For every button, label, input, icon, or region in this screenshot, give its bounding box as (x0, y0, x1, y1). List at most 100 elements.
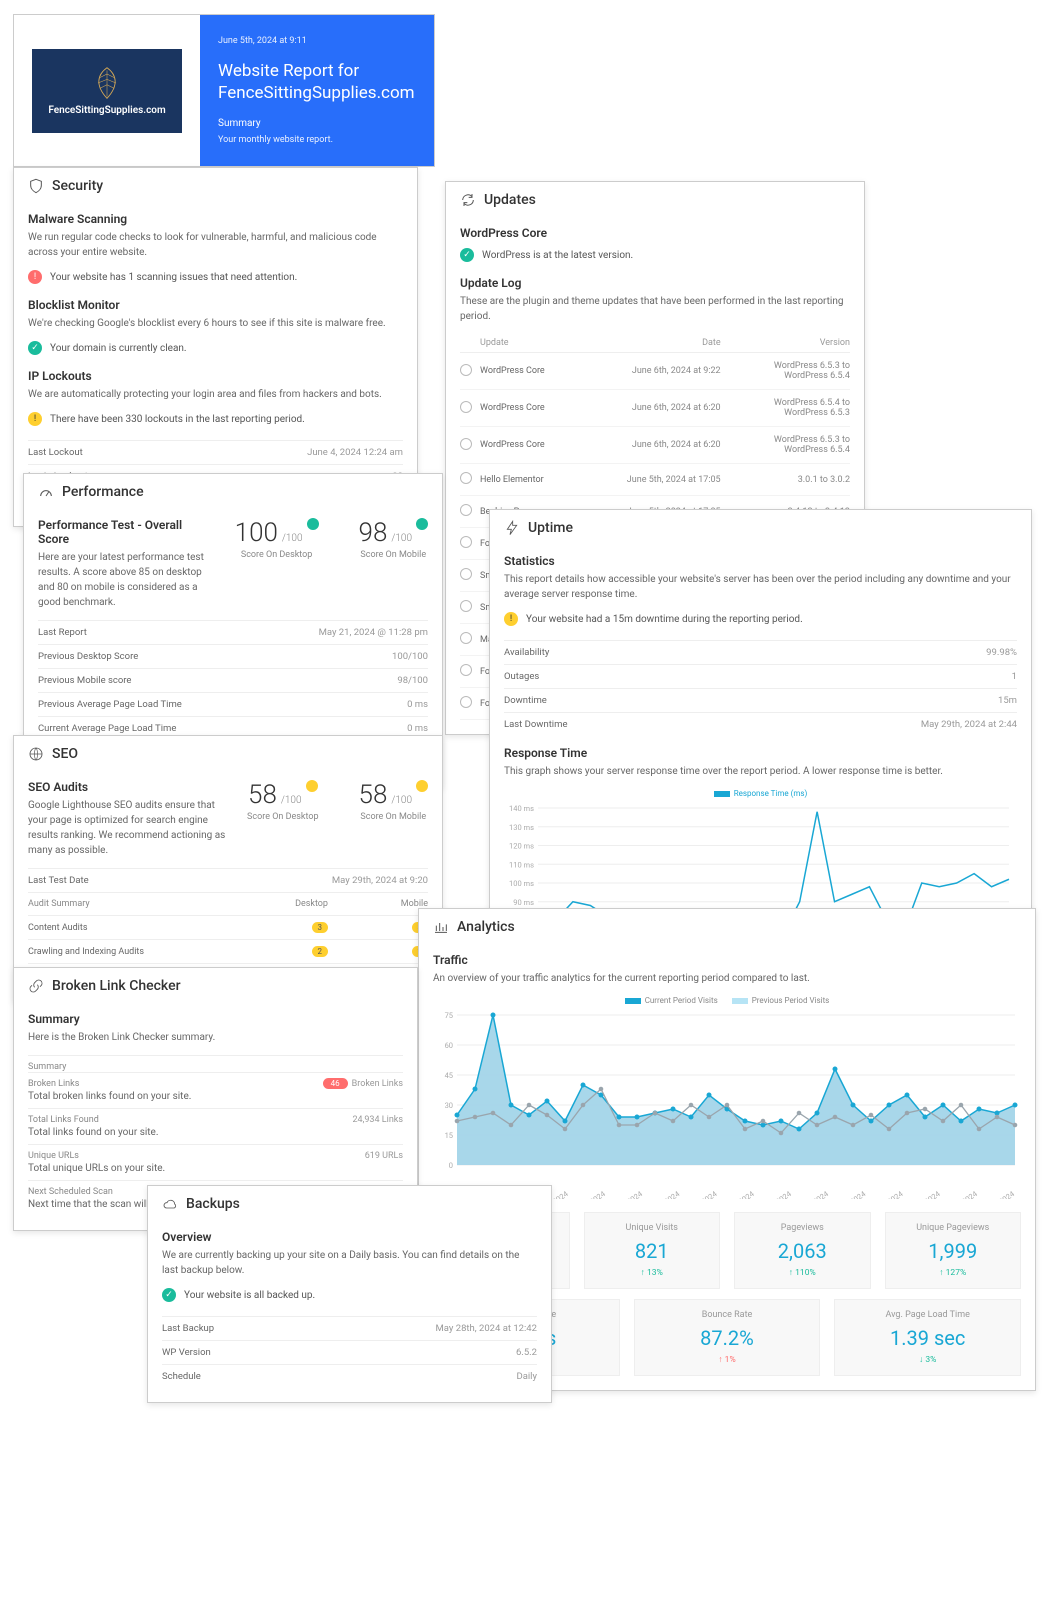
perf-row: Previous Mobile score98/100 (38, 668, 428, 692)
update-date: June 6th, 2024 at 9:22 (611, 366, 740, 376)
svg-text:130 ms: 130 ms (509, 823, 534, 832)
malware-heading: Malware Scanning (28, 212, 403, 226)
svg-text:May 17, 2024: May 17, 2024 (602, 1189, 644, 1199)
card-title: Bounce Rate (641, 1310, 814, 1320)
rt-desc: This graph shows your server response ti… (504, 764, 1017, 779)
gear-icon (460, 696, 472, 708)
warn-badge-icon (306, 780, 318, 792)
update-row: WordPress Core June 6th, 2024 at 6:20 Wo… (460, 390, 850, 427)
card-delta: ↑ 1% (641, 1354, 814, 1365)
card-delta: ↑ 110% (741, 1267, 864, 1278)
card-delta: ↑ 13% (591, 1267, 714, 1278)
svg-text:May 25, 2024: May 25, 2024 (751, 1189, 793, 1199)
stat-card: Pageviews 2,063 ↑ 110% (734, 1212, 871, 1289)
svg-text:Jun 2, 2024: Jun 2, 2024 (905, 1189, 942, 1199)
seo-desktop-score: 58 (248, 780, 277, 810)
card-title: Unique Visits (591, 1223, 714, 1233)
svg-text:May 15, 2024: May 15, 2024 (565, 1189, 607, 1199)
gear-icon (460, 504, 472, 516)
header-info: June 5th, 2024 at 9:11 Website Report fo… (200, 15, 434, 166)
update-row: WordPress Core June 6th, 2024 at 6:20 Wo… (460, 427, 850, 464)
blocklist-status: Your domain is currently clean. (50, 343, 187, 354)
last-lockout-value: June 4, 2024 12:24 am (307, 447, 403, 458)
panel-title: Analytics (457, 919, 515, 935)
ok-badge-icon (307, 518, 319, 530)
gear-icon (460, 438, 472, 450)
logo-text: FenceSittingSupplies.com (48, 105, 165, 116)
rt-legend: Response Time (ms) (734, 789, 808, 798)
update-row: Hello Elementor June 5th, 2024 at 17:05 … (460, 464, 850, 496)
card-value: 87.2% (641, 1326, 814, 1350)
panel-title: Updates (484, 192, 536, 208)
malware-desc: We run regular code checks to look for v… (28, 230, 403, 260)
perf-desc: Here are your latest performance test re… (38, 550, 215, 610)
uptime-status: Your website had a 15m downtime during t… (526, 614, 803, 625)
globe-icon (28, 746, 44, 762)
warning-icon: ! (28, 412, 42, 426)
svg-text:100 ms: 100 ms (509, 879, 534, 888)
update-version: 3.0.1 to 3.0.2 (741, 475, 850, 485)
report-date: June 5th, 2024 at 9:11 (218, 36, 416, 46)
card-value: 1,999 (892, 1239, 1015, 1263)
svg-text:75: 75 (445, 1011, 453, 1020)
uptime-row: Downtime15m (504, 688, 1017, 712)
update-date: June 5th, 2024 at 17:05 (611, 475, 740, 485)
refresh-icon (460, 192, 476, 208)
uptime-row: Availability99.98% (504, 640, 1017, 664)
seo-mobile-score: 58 (359, 780, 388, 810)
update-name: WordPress Core (480, 440, 611, 450)
card-value: 1.39 sec (841, 1326, 1014, 1350)
check-icon: ✓ (460, 248, 474, 262)
traffic-desc: An overview of your traffic analytics fo… (433, 971, 1021, 986)
rt-heading: Response Time (504, 746, 1017, 760)
link-icon (28, 978, 44, 994)
gear-icon (460, 536, 472, 548)
card-value: 821 (591, 1239, 714, 1263)
svg-text:60: 60 (445, 1041, 453, 1050)
col-update: Update (480, 338, 611, 348)
svg-text:140 ms: 140 ms (509, 804, 534, 813)
backups-panel: Backups Overview We are currently backin… (147, 1185, 552, 1403)
perf-row: Previous Desktop Score100/100 (38, 644, 428, 668)
ip-desc: We are automatically protecting your log… (28, 387, 403, 402)
svg-text:15: 15 (445, 1131, 453, 1140)
warning-icon: ! (504, 612, 518, 626)
last-test-label: Last Test Date (28, 875, 89, 886)
broken-link-row: Total Links FoundTotal links found on yo… (28, 1108, 403, 1144)
log-heading: Update Log (460, 276, 850, 290)
desktop-score: 100 (235, 518, 278, 548)
gear-icon (460, 600, 472, 612)
broken-link-row: Broken LinksTotal broken links found on … (28, 1072, 403, 1108)
svg-text:30: 30 (445, 1101, 453, 1110)
audit-row: Content Audits 3 3 (28, 915, 428, 939)
chart-icon (433, 919, 449, 935)
audit-row: Crawling and Indexing Audits 2 2 (28, 939, 428, 963)
perf-row: Last ReportMay 21, 2024 @ 11:28 pm (38, 620, 428, 644)
backup-row: Last BackupMay 28th, 2024 at 12:42 (162, 1316, 537, 1340)
mobile-label: Score On Mobile (359, 550, 428, 560)
core-status: WordPress is at the latest version. (482, 250, 633, 261)
svg-text:90 ms: 90 ms (513, 898, 534, 907)
broken-link-row: Unique URLsTotal unique URLs on your sit… (28, 1144, 403, 1180)
shield-icon (28, 178, 44, 194)
blocklist-desc: We're checking Google's blocklist every … (28, 316, 403, 331)
audit-pill: 3 (312, 922, 329, 933)
backup-status: Your website is all backed up. (184, 1290, 315, 1301)
stat-card: Unique Pageviews 1,999 ↑ 127% (885, 1212, 1022, 1289)
ok-badge-icon (416, 518, 428, 530)
card-delta: ↓ 3% (841, 1354, 1014, 1365)
update-name: WordPress Core (480, 366, 611, 376)
gear-icon (460, 568, 472, 580)
cloud-icon (162, 1196, 178, 1212)
uptime-row: Outages1 (504, 664, 1017, 688)
bolt-icon (504, 520, 520, 536)
card-title: Avg. Page Load Time (841, 1310, 1014, 1320)
update-version: WordPress 6.5.4 to WordPress 6.5.3 (741, 398, 850, 418)
last-lockout-label: Last Lockout (28, 447, 83, 458)
ip-status: There have been 330 lockouts in the last… (50, 414, 305, 425)
traffic-chart: 01530456075May 7, 2024May 9, 2024May 11,… (433, 1009, 1023, 1199)
report-header: FenceSittingSupplies.com June 5th, 2024 … (13, 14, 435, 167)
report-title: Website Report for FenceSittingSupplies.… (218, 60, 416, 104)
site-logo: FenceSittingSupplies.com (32, 49, 182, 133)
svg-text:May 31, 2024: May 31, 2024 (863, 1189, 905, 1199)
